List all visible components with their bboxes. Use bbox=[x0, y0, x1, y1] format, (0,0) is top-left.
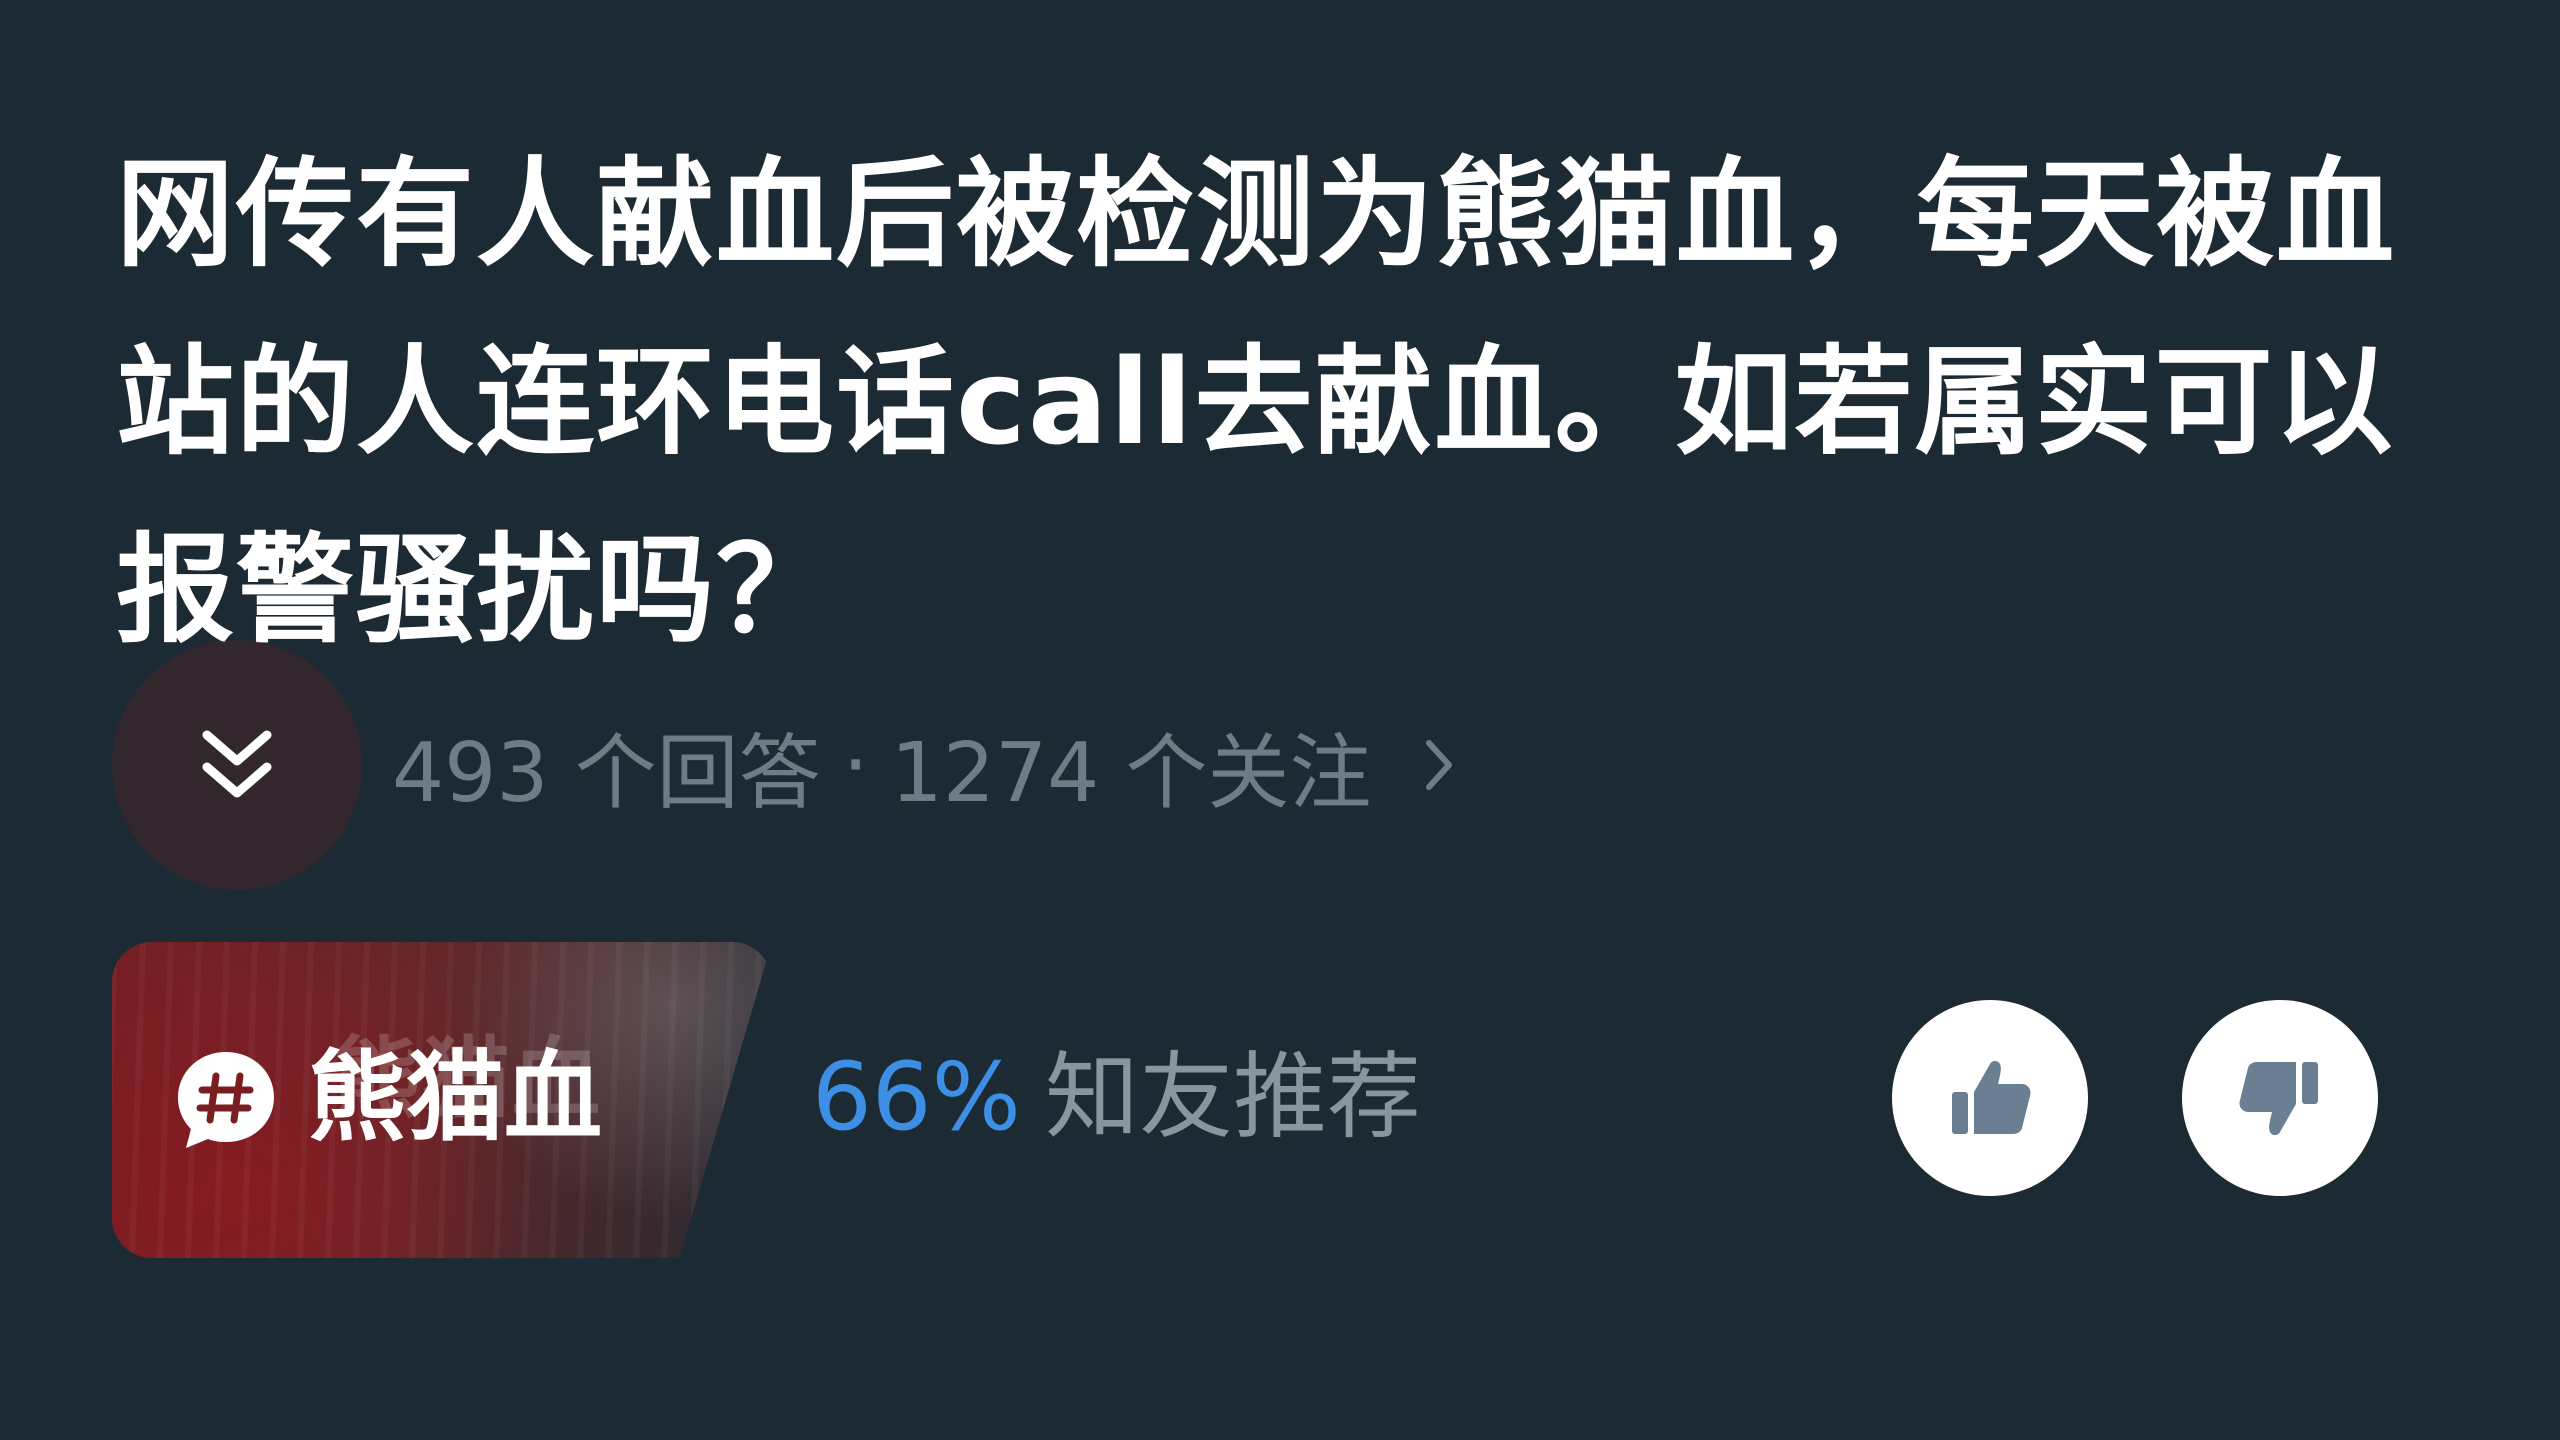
thumbs-up-icon bbox=[1952, 1061, 2031, 1134]
question-screen: 网传有人献血后被检测为熊猫血，每天被血站的人连环电话call去献血。如若属实可以… bbox=[0, 0, 2560, 1440]
recommend-label: 知友推荐 bbox=[1044, 1043, 1421, 1152]
chevron-right-icon bbox=[1421, 733, 1457, 797]
question-meta: 493 个回答 · 1274 个关注 bbox=[112, 640, 1457, 890]
thumbs-down-icon bbox=[2239, 1062, 2318, 1135]
downvote-button[interactable] bbox=[2182, 1000, 2378, 1196]
expand-button[interactable] bbox=[112, 640, 362, 890]
upvote-button[interactable] bbox=[1892, 1000, 2088, 1196]
recommend-percent: 66% bbox=[812, 1043, 1021, 1152]
topic-tag[interactable]: 熊猫血 熊猫血 bbox=[112, 942, 772, 1258]
question-actions: 熊猫血 熊猫血 66% 知友推荐 bbox=[112, 942, 2442, 1258]
topic-tag-label: 熊猫血 bbox=[308, 1041, 603, 1155]
double-chevron-down-icon bbox=[202, 730, 272, 798]
question-title[interactable]: 网传有人献血后被检测为熊猫血，每天被血站的人连环电话call去献血。如若属实可以… bbox=[116, 120, 2446, 684]
question-stats[interactable]: 493 个回答 · 1274 个关注 bbox=[392, 706, 1457, 825]
answer-count: 493 个回答 bbox=[392, 725, 821, 821]
recommendation: 66% 知友推荐 bbox=[812, 1042, 1421, 1154]
follower-count: 1274 个关注 bbox=[890, 725, 1372, 821]
hash-chat-icon bbox=[178, 1052, 274, 1148]
meta-separator: · bbox=[842, 717, 869, 813]
